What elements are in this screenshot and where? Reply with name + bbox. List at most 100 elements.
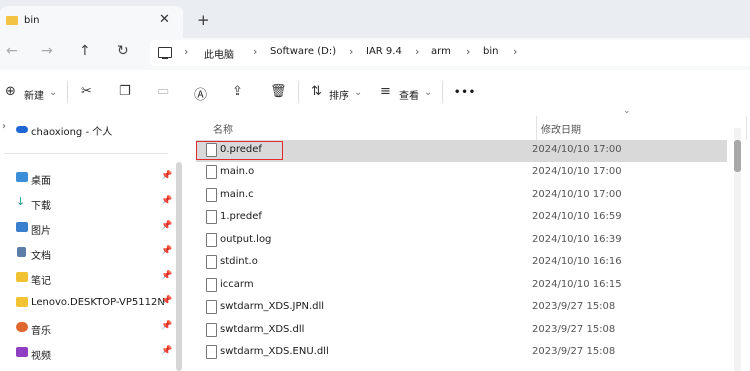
sidebar-item-videos[interactable]: 视频 📌 xyxy=(0,342,176,364)
sidebar-item-downloads[interactable]: ↓ 下载 📌 xyxy=(0,192,176,214)
command-bar: ⊕ 新建 ⌄ ✂ ❐ ▭ Ⓐ ⇪ 🗑 ⇅ 排序 ⌄ ≡ 查看 ⌄ ••• xyxy=(0,70,750,115)
new-tab-button[interactable]: + xyxy=(197,11,210,29)
pin-icon[interactable]: 📌 xyxy=(161,221,172,231)
delete-icon[interactable]: 🗑 xyxy=(270,84,287,99)
column-header-name[interactable]: 名称 xyxy=(213,121,233,136)
table-row[interactable]: swtdarm_XDS.dll 2023/9/27 15:08 应 xyxy=(196,320,727,342)
pin-icon[interactable]: 📌 xyxy=(161,296,172,306)
sidebar-item-desktop[interactable]: 桌面 📌 xyxy=(0,167,176,189)
pin-icon[interactable]: 📌 xyxy=(161,171,172,181)
close-icon[interactable]: ✕ xyxy=(159,12,170,27)
file-name: iccarm xyxy=(220,279,254,290)
table-row[interactable]: 1.predef 2024/10/10 16:59 P xyxy=(196,207,727,229)
desktop-icon xyxy=(16,172,28,182)
copy-icon[interactable]: ❐ xyxy=(119,84,131,99)
forward-button[interactable]: → xyxy=(41,43,53,59)
more-options-button[interactable]: ••• xyxy=(454,87,476,98)
sort-icon[interactable]: ⇅ xyxy=(311,84,322,99)
navigation-bar: ← → ↑ ↻ › 此电脑 › Software (D:) › IAR 9.4 … xyxy=(0,38,750,70)
breadcrumb-bin[interactable]: bin xyxy=(483,46,498,57)
rename-icon[interactable]: Ⓐ xyxy=(194,84,207,103)
sidebar-item-label: 音乐 xyxy=(31,326,51,337)
pin-icon[interactable]: 📌 xyxy=(161,321,172,331)
dll-file-icon xyxy=(206,323,217,337)
back-button[interactable]: ← xyxy=(6,43,18,59)
pictures-icon xyxy=(16,222,28,232)
file-date: 2024/10/10 16:59 xyxy=(532,211,622,222)
pin-icon[interactable]: 📌 xyxy=(161,246,172,256)
table-row[interactable]: swtdarm_XDS.ENU.dll 2023/9/27 15:08 应 xyxy=(196,342,727,364)
sidebar-item-pictures[interactable]: 图片 📌 xyxy=(0,217,176,239)
chevron-right-icon: › xyxy=(466,45,471,58)
address-bar[interactable]: › 此电脑 › Software (D:) › IAR 9.4 › arm › … xyxy=(150,40,750,66)
breadcrumb-drive[interactable]: Software (D:) xyxy=(270,46,336,57)
file-list-scrollbar-thumb[interactable] xyxy=(734,140,741,172)
document-icon xyxy=(17,247,26,257)
file-icon xyxy=(206,188,217,202)
table-row[interactable]: iccarm 2024/10/10 16:15 C xyxy=(196,275,727,297)
chevron-right-icon[interactable]: › xyxy=(2,121,6,132)
pin-icon[interactable]: 📌 xyxy=(161,271,172,281)
sidebar-item-label: 文档 xyxy=(31,251,51,262)
share-icon[interactable]: ⇪ xyxy=(232,84,243,99)
pin-icon[interactable]: 📌 xyxy=(161,346,172,356)
file-icon xyxy=(206,233,217,247)
pin-icon[interactable]: 📌 xyxy=(161,196,172,206)
file-name: output.log xyxy=(220,234,272,245)
sidebar-item-label: Lenovo.DESKTOP-VP5112N xyxy=(31,297,165,308)
file-date: 2023/9/27 15:08 xyxy=(532,324,616,335)
chevron-down-icon[interactable]: ⌄ xyxy=(49,87,57,98)
chevron-right-icon: › xyxy=(253,45,258,58)
sidebar-item-documents[interactable]: 文档 📌 xyxy=(0,242,176,264)
cut-icon[interactable]: ✂ xyxy=(81,84,92,99)
chevron-right-icon[interactable]: › xyxy=(513,45,517,58)
file-name: main.c xyxy=(220,189,254,200)
divider xyxy=(4,153,168,154)
sidebar-item-lenovo-desktop[interactable]: Lenovo.DESKTOP-VP5112N 📌 xyxy=(0,292,176,314)
up-button[interactable]: ↑ xyxy=(79,43,91,59)
refresh-button[interactable]: ↻ xyxy=(117,43,129,59)
table-row[interactable]: swtdarm_XDS.JPN.dll 2023/9/27 15:08 应 xyxy=(196,297,727,319)
breadcrumb-this-pc[interactable]: 此电脑 xyxy=(204,46,234,61)
sidebar-item-label: 桌面 xyxy=(31,176,51,187)
view-icon[interactable]: ≡ xyxy=(380,84,391,99)
sort-button[interactable]: 排序 xyxy=(329,87,349,102)
file-name: swtdarm_XDS.dll xyxy=(220,324,305,335)
cloud-icon xyxy=(16,126,28,133)
new-button[interactable]: 新建 xyxy=(24,87,44,102)
sidebar-scrollbar[interactable] xyxy=(176,162,182,371)
breadcrumb-iar[interactable]: IAR 9.4 xyxy=(366,46,402,57)
sidebar-item-label: 视频 xyxy=(31,351,51,362)
chevron-right-icon: › xyxy=(349,45,354,58)
sidebar-item-onedrive[interactable]: › chaoxiong - 个人 xyxy=(0,118,176,140)
chevron-down-icon[interactable]: ⌄ xyxy=(354,87,362,98)
sidebar-item-music[interactable]: 音乐 📌 xyxy=(0,317,176,339)
tab-bin[interactable]: bin ✕ xyxy=(0,6,183,38)
table-row[interactable]: output.log 2024/10/10 16:39 文 xyxy=(196,230,727,252)
sidebar-item-label: 笔记 xyxy=(31,276,51,287)
table-row[interactable]: main.c 2024/10/10 17:00 C xyxy=(196,185,727,207)
folder-icon xyxy=(16,272,28,282)
view-button[interactable]: 查看 xyxy=(399,87,419,102)
dll-file-icon xyxy=(206,300,217,314)
tab-title: bin xyxy=(24,15,40,26)
file-name: swtdarm_XDS.ENU.dll xyxy=(220,346,329,357)
table-row[interactable]: main.o 2024/10/10 17:00 C xyxy=(196,162,727,184)
file-date: 2024/10/10 16:39 xyxy=(532,234,622,245)
file-icon xyxy=(206,278,217,292)
video-icon xyxy=(16,347,28,357)
breadcrumb-arm[interactable]: arm xyxy=(431,46,451,57)
sidebar-item-label: 下载 xyxy=(31,201,51,212)
column-header-date[interactable]: 修改日期 xyxy=(541,121,581,136)
file-icon xyxy=(206,255,217,269)
column-divider[interactable] xyxy=(536,116,537,140)
chevron-down-icon[interactable]: ⌄ xyxy=(424,87,432,98)
sidebar-item-notes[interactable]: 笔记 📌 xyxy=(0,267,176,289)
table-row[interactable]: stdint.o 2024/10/10 16:16 C xyxy=(196,252,727,274)
download-icon: ↓ xyxy=(16,195,26,208)
file-date: 2024/10/10 16:15 xyxy=(532,279,622,290)
dll-file-icon xyxy=(206,345,217,359)
column-divider[interactable] xyxy=(746,116,747,140)
paste-icon[interactable]: ▭ xyxy=(157,84,169,99)
new-plus-icon[interactable]: ⊕ xyxy=(5,84,16,99)
